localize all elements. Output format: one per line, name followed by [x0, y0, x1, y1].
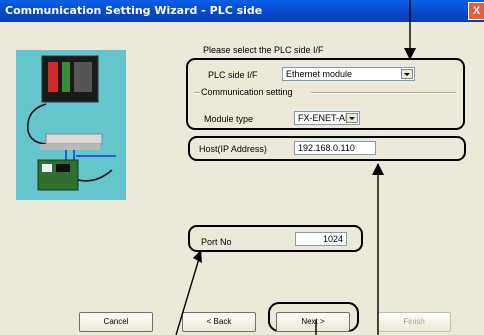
arrow-port — [175, 251, 202, 335]
annotation-arrows — [175, 0, 416, 335]
